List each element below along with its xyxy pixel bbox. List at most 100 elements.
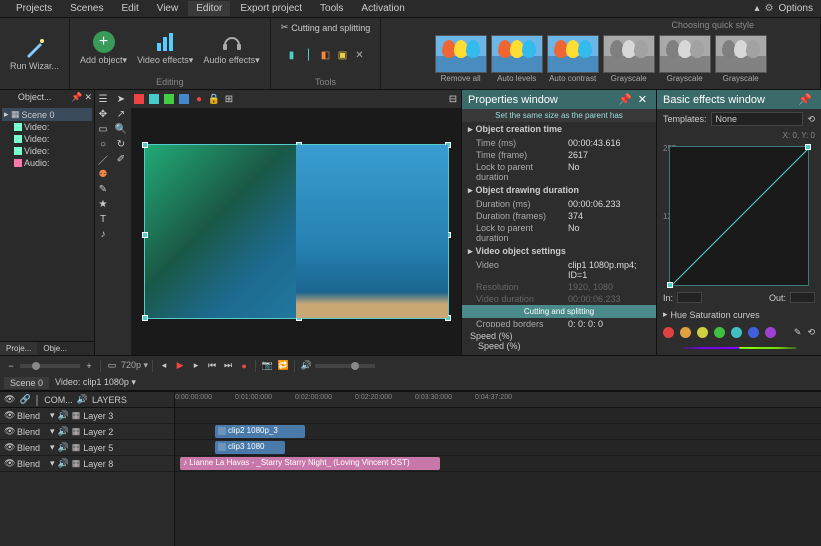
tool-zoom-icon[interactable]: 🔍 (114, 122, 128, 136)
project-tab[interactable]: Proje... (0, 342, 37, 355)
tool-move-icon[interactable]: ✥ (96, 107, 110, 121)
prop-row[interactable]: Lock to parent durationNo (462, 161, 656, 183)
layer-sound-icon[interactable]: 🔊 (58, 426, 69, 437)
layer-sound-icon[interactable]: 🔊 (58, 442, 69, 453)
options-label[interactable]: Options (779, 3, 813, 14)
clip-audio[interactable]: ♪ Lianne La Havas - _Starry Starry Night… (180, 457, 440, 470)
object-tab[interactable]: Object... (0, 90, 69, 106)
curve-handle[interactable] (667, 282, 673, 288)
style-grayscale-2[interactable]: Grayscale (659, 35, 711, 83)
style-remove-all[interactable]: Remove all (435, 35, 487, 83)
add-object-button[interactable]: + Add object▾ (76, 28, 131, 68)
color-dot[interactable] (731, 327, 742, 338)
resize-handle[interactable] (296, 315, 302, 321)
next-frame-icon[interactable]: ▸ (189, 359, 203, 373)
tree-scene[interactable]: ▸ ▦Scene 0 (2, 108, 92, 121)
objects-tab[interactable]: Obje... (37, 342, 73, 355)
track-layer3[interactable] (175, 408, 821, 424)
loop-icon[interactable]: 🔁 (276, 359, 290, 373)
play-icon[interactable]: ▶ (173, 359, 187, 373)
resize-handle[interactable] (142, 142, 148, 148)
eye-toggle-icon[interactable]: 👁 (4, 394, 15, 405)
run-wizard-button[interactable]: Run Wizar... (6, 34, 63, 74)
style-auto-levels[interactable]: Auto levels (491, 35, 543, 83)
properties-body[interactable]: Set the same size as the parent has▸Obje… (462, 109, 656, 327)
prop-row[interactable]: Cropped borders0; 0; 0; 0 (462, 318, 656, 327)
layer-sound-icon[interactable]: 🔊 (58, 458, 69, 469)
tree-item-video1[interactable]: Video: (2, 121, 92, 133)
reset-template-icon[interactable]: ⟲ (807, 114, 815, 125)
menu-export[interactable]: Export project (232, 1, 310, 16)
style-auto-contrast[interactable]: Auto contrast (547, 35, 599, 83)
tool-eyedrop-icon[interactable]: ✐ (114, 152, 128, 166)
ptool-cyan[interactable] (147, 92, 161, 106)
menu-editor[interactable]: Editor (188, 1, 230, 16)
color-wheel[interactable] (682, 347, 797, 349)
visibility-toggle-icon[interactable]: 👁 (4, 458, 14, 469)
menu-projects[interactable]: Projects (8, 1, 60, 16)
prop-section-header[interactable]: ▸Video object settings (462, 244, 656, 259)
hue-saturation-header[interactable]: ▸Hue Saturation curves (663, 309, 815, 320)
color-dot[interactable] (765, 327, 776, 338)
video-frame[interactable] (144, 144, 449, 319)
ptool-blue[interactable] (177, 92, 191, 106)
layer-sound-icon[interactable]: 🔊 (58, 410, 69, 421)
color-dot[interactable] (697, 327, 708, 338)
tool-delete-icon[interactable]: ✕ (353, 49, 367, 63)
style-grayscale-3[interactable]: Grayscale (715, 35, 767, 83)
tool-pointer-icon[interactable]: ➤ (114, 92, 128, 106)
menu-scenes[interactable]: Scenes (62, 1, 111, 16)
resize-handle[interactable] (445, 142, 451, 148)
sound-icon[interactable]: 🔊 (77, 394, 88, 405)
tool-circle-icon[interactable]: ○ (96, 137, 110, 151)
record2-icon[interactable]: ● (237, 359, 251, 373)
prev-frame-icon[interactable]: ◂ (157, 359, 171, 373)
audio-effects-button[interactable]: Audio effects▾ (199, 28, 263, 68)
ptool-green[interactable] (162, 92, 176, 106)
timeline-ruler[interactable]: 0:00:00:0000:01:00:0000:02:00:0000:02:20… (175, 392, 821, 408)
color-dot[interactable] (663, 327, 674, 338)
tool-arrow-icon[interactable]: ↗ (114, 107, 128, 121)
link-icon[interactable]: 🔗 (19, 394, 30, 405)
menu-edit[interactable]: Edit (113, 1, 146, 16)
tool-person-icon[interactable]: ⚉ (96, 167, 110, 181)
scene-tab[interactable]: Scene 0 (4, 377, 49, 389)
layer-lock-icon[interactable]: ▦ (72, 426, 81, 437)
tool-rect-icon[interactable]: ▭ (96, 122, 110, 136)
pin-icon[interactable]: 📌 (795, 93, 815, 106)
color-dot[interactable] (748, 327, 759, 338)
visibility-toggle-icon[interactable]: 👁 (4, 426, 14, 437)
color-dot[interactable] (714, 327, 725, 338)
volume-slider[interactable] (315, 364, 375, 368)
zoom-out-icon[interactable]: − (4, 359, 18, 373)
layer-row[interactable]: 👁 Blend▾ 🔊 ▦ Layer 3 (0, 408, 174, 424)
ptool-record-icon[interactable]: ● (192, 92, 206, 106)
video-effects-button[interactable]: Video effects▾ (133, 28, 197, 68)
ptool-collapse-icon[interactable]: ⊟ (446, 92, 460, 106)
layer-row[interactable]: 👁 Blend▾ 🔊 ▦ Layer 2 (0, 424, 174, 440)
tool-line-icon[interactable]: ／ (96, 152, 110, 166)
prop-row[interactable]: Lock to parent durationNo (462, 222, 656, 244)
layer-row[interactable]: 👁 Blend▾ 🔊 ▦ Layer 5 (0, 440, 174, 456)
prop-row[interactable]: Duration (frames)374 (462, 210, 656, 222)
resize-handle[interactable] (445, 315, 451, 321)
layer-lock-icon[interactable]: ▦ (72, 410, 81, 421)
clip-video-3[interactable]: clip3 1080 (215, 441, 285, 454)
ptool-lock-icon[interactable]: 🔒 (207, 92, 221, 106)
style-grayscale-1[interactable]: Grayscale (603, 35, 655, 83)
prop-row[interactable]: Resolution1920, 1080 (462, 281, 656, 293)
resize-handle[interactable] (142, 315, 148, 321)
layer-row[interactable]: 👁 Blend▾ 🔊 ▦ Layer 8 (0, 456, 174, 472)
resolution-select[interactable]: 720p ▾ (121, 360, 148, 371)
in-input[interactable] (677, 292, 702, 303)
prop-section-header[interactable]: ▸Object creation time (462, 122, 656, 137)
resize-handle[interactable] (445, 232, 451, 238)
prop-row[interactable]: Duration (ms)00:00:06.233 (462, 198, 656, 210)
prop-section-header[interactable]: ▸Object drawing duration (462, 183, 656, 198)
menu-view[interactable]: View (149, 1, 187, 16)
close-icon[interactable]: ✕ (84, 92, 92, 104)
resize-handle[interactable] (296, 142, 302, 148)
tool-text-icon[interactable]: T (96, 212, 110, 226)
tree-item-video2[interactable]: Video: (2, 133, 92, 145)
pin-icon[interactable]: 📌 (615, 93, 635, 106)
